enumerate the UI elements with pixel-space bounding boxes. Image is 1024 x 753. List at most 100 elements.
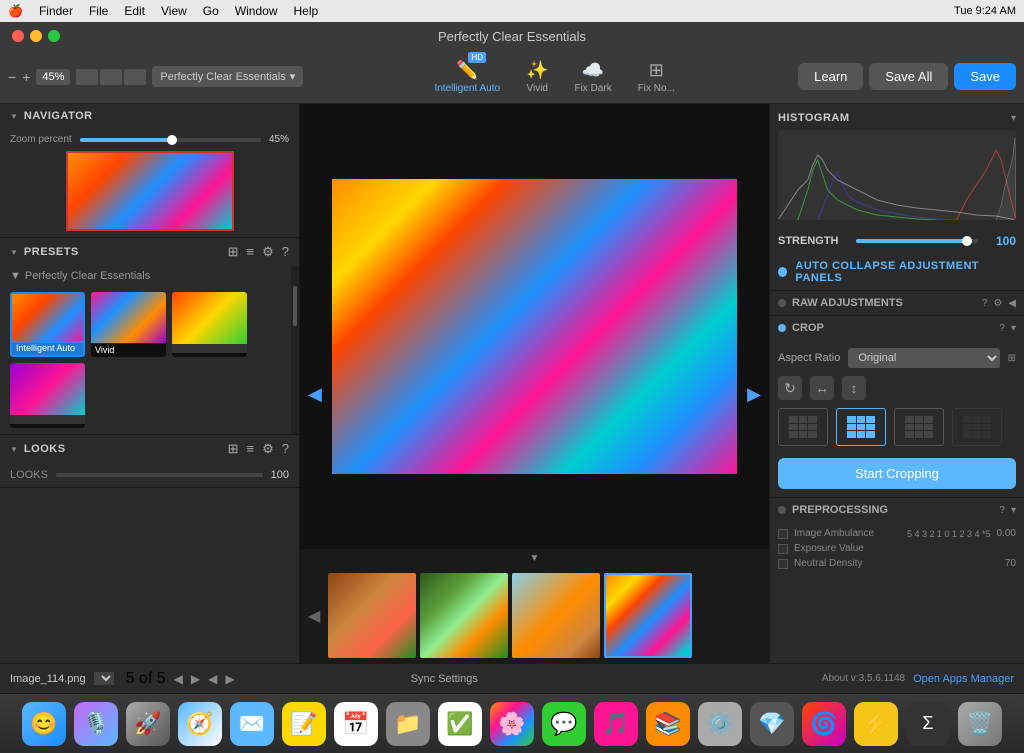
status-next-icon[interactable]: ▶ [191, 672, 200, 686]
canvas-arrow-right[interactable]: ▶ [747, 384, 761, 405]
dock-calendar[interactable]: 📅 [334, 702, 378, 746]
looks-grid-icon[interactable]: ⊞ [228, 441, 239, 457]
status-action-next[interactable]: ▶ [225, 672, 234, 686]
zoom-plus-button[interactable]: + [22, 69, 30, 85]
preprocessing-help-icon[interactable]: ? [999, 505, 1005, 516]
dock-files[interactable]: 📁 [386, 702, 430, 746]
histogram-menu-icon[interactable]: ▾ [1011, 113, 1016, 124]
view-grid-button[interactable] [124, 69, 146, 85]
zoom-slider[interactable] [80, 138, 261, 142]
raw-adj-collapse-icon[interactable]: ◀ [1008, 298, 1016, 309]
tab-vivid[interactable]: ✨ Vivid [514, 56, 560, 98]
help-menu[interactable]: Help [294, 4, 319, 18]
looks-help-icon[interactable]: ? [282, 441, 289, 457]
tab-fix-dark[interactable]: ☁️ Fix Dark [562, 56, 623, 98]
auto-collapse-row[interactable]: AUTO COLLAPSE ADJUSTMENT PANELS [770, 254, 1024, 290]
strength-slider[interactable] [856, 239, 978, 243]
dock-messages[interactable]: 💬 [542, 702, 586, 746]
crop-header[interactable]: CROP ? ▾ [770, 316, 1024, 340]
filmstrip-prev-icon[interactable]: ◀ [304, 606, 324, 626]
dock-photos[interactable]: 🌸 [490, 702, 534, 746]
start-cropping-button[interactable]: Start Cropping [778, 458, 1016, 489]
save-button[interactable]: Save [954, 63, 1016, 90]
preset-intelligent-auto[interactable]: Intelligent Auto [10, 292, 85, 357]
rotate-cw-icon[interactable]: ↻ [778, 376, 802, 400]
raw-adjustments-header[interactable]: RAW ADJUSTMENTS ? ⚙ ◀ [770, 291, 1024, 315]
dock-app3[interactable]: ⚡ [854, 702, 898, 746]
preprocessing-collapse-icon[interactable]: ▾ [1011, 505, 1016, 516]
status-prev-icon[interactable]: ◀ [174, 672, 183, 686]
crop-grid-3[interactable] [894, 408, 944, 446]
presets-scrollbar[interactable] [291, 266, 299, 434]
crop-grid-2[interactable] [836, 408, 886, 446]
help-icon[interactable]: ? [282, 244, 289, 260]
preprocessing-header[interactable]: PREPROCESSING ? ▾ [770, 498, 1024, 522]
view-menu[interactable]: View [161, 4, 187, 18]
dock-finder[interactable]: 😊 [22, 702, 66, 746]
exposure-checkbox[interactable] [778, 544, 788, 554]
aspect-select[interactable]: Original [848, 348, 999, 368]
dock-topaz[interactable]: 💎 [750, 702, 794, 746]
aspect-lock-icon[interactable]: ⊞ [1008, 353, 1016, 364]
dock-system-prefs[interactable]: ⚙️ [698, 702, 742, 746]
raw-adj-settings-icon[interactable]: ⚙ [993, 298, 1002, 309]
preset-4[interactable] [10, 363, 85, 428]
close-button[interactable] [12, 30, 24, 42]
view-split-button[interactable] [100, 69, 122, 85]
list-view-icon[interactable]: ≡ [247, 244, 255, 260]
image-ambulance-checkbox[interactable] [778, 529, 788, 539]
dock-books[interactable]: 📚 [646, 702, 690, 746]
tab-fix-no[interactable]: ⊞ Fix No... [626, 56, 687, 98]
raw-adj-help-icon[interactable]: ? [982, 298, 988, 309]
navigator-header[interactable]: ▼ NAVIGATOR [0, 104, 299, 128]
tab-intelligent-auto[interactable]: ✏️ HD Intelligent Auto [422, 56, 512, 98]
maximize-button[interactable] [48, 30, 60, 42]
grid-view-icon[interactable]: ⊞ [228, 244, 239, 260]
minimize-button[interactable] [30, 30, 42, 42]
apple-menu[interactable]: 🍎 [8, 4, 23, 18]
learn-button[interactable]: Learn [798, 63, 863, 90]
edit-menu[interactable]: Edit [124, 4, 145, 18]
collapse-arrow-icon[interactable]: ▼ [530, 553, 540, 564]
dock-music[interactable]: 🎵 [594, 702, 638, 746]
crop-collapse-icon[interactable]: ▾ [1011, 323, 1016, 334]
neutral-density-checkbox[interactable] [778, 559, 788, 569]
auto-collapse-toggle[interactable] [778, 267, 787, 277]
window-menu[interactable]: Window [235, 4, 278, 18]
sync-settings-button[interactable]: Sync Settings [411, 673, 478, 685]
go-menu[interactable]: Go [203, 4, 219, 18]
looks-list-icon[interactable]: ≡ [247, 441, 255, 457]
status-file-select[interactable] [94, 672, 114, 685]
canvas-arrow-left[interactable]: ◀ [308, 384, 322, 405]
crop-help-icon[interactable]: ? [999, 323, 1005, 334]
zoom-minus-button[interactable]: − [8, 69, 16, 85]
status-action-prev[interactable]: ◀ [208, 672, 217, 686]
view-single-button[interactable] [76, 69, 98, 85]
dock-notes[interactable]: 📝 [282, 702, 326, 746]
dock-launchpad[interactable]: 🚀 [126, 702, 170, 746]
filmstrip-thumb-3[interactable] [512, 573, 600, 658]
open-apps-manager-button[interactable]: Open Apps Manager [913, 673, 1014, 685]
save-all-button[interactable]: Save All [869, 63, 948, 90]
preset-3[interactable] [172, 292, 247, 357]
preset-selector[interactable]: Perfectly Clear Essentials ▾ [152, 66, 303, 87]
preset-vivid[interactable]: Vivid [91, 292, 166, 357]
dock-mail[interactable]: ✉️ [230, 702, 274, 746]
filmstrip-thumb-2[interactable] [420, 573, 508, 658]
dock-trash[interactable]: 🗑️ [958, 702, 1002, 746]
flip-h-icon[interactable]: ↔ [810, 376, 834, 400]
crop-grid-4[interactable] [952, 408, 1002, 446]
dock-sigma[interactable]: Σ [906, 702, 950, 746]
dock-safari[interactable]: 🧭 [178, 702, 222, 746]
dock-app2[interactable]: 🌀 [802, 702, 846, 746]
dock-siri[interactable]: 🎙️ [74, 702, 118, 746]
looks-slider[interactable] [56, 473, 263, 477]
filmstrip-thumb-4[interactable] [604, 573, 692, 658]
crop-grid-1[interactable] [778, 408, 828, 446]
filmstrip-thumb-1[interactable] [328, 573, 416, 658]
looks-settings-icon[interactable]: ⚙ [262, 441, 274, 457]
flip-v-icon[interactable]: ↕ [842, 376, 866, 400]
file-menu[interactable]: File [89, 4, 108, 18]
dock-reminders[interactable]: ✅ [438, 702, 482, 746]
settings-icon[interactable]: ⚙ [262, 244, 274, 260]
